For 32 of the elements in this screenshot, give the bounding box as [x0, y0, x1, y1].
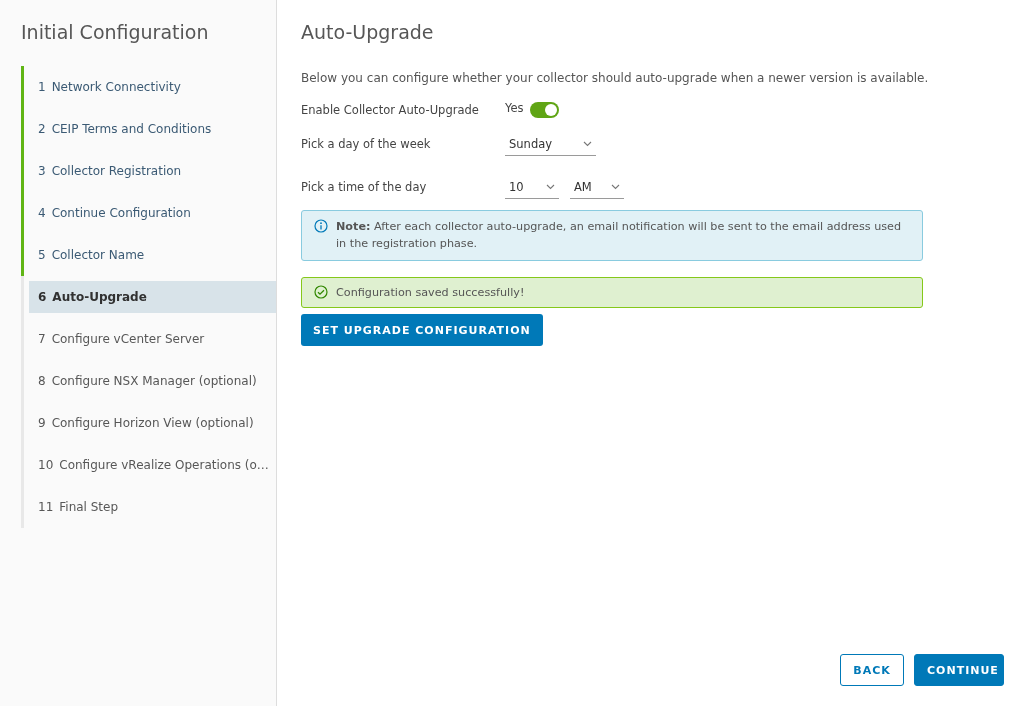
- dropdown-select[interactable]: 10: [505, 175, 559, 199]
- description-text: Below you can configure whether your collector should auto-upgrade when a newer version is available.: [301, 71, 930, 85]
- page-title: Auto-Upgrade: [301, 21, 435, 45]
- field-label: Enable Collector Auto-Upgrade: [301, 103, 480, 117]
- wizard-step[interactable]: 11 Final Step: [29, 491, 276, 523]
- field-label: Pick a time of the day: [301, 180, 428, 194]
- set-upgrade-configuration-button[interactable]: SET UPGRADE CONFIGURATION: [301, 314, 543, 346]
- alert-text: Note: After each collector auto-upgrade, an email notification will be sent to the email address used in the registration phase.: [336, 219, 903, 252]
- field-label: Pick a day of the week: [301, 137, 432, 151]
- wizard-step[interactable]: 2 CEIP Terms and Conditions: [29, 113, 276, 145]
- toggle-label: Yes: [505, 101, 524, 115]
- check-circle-icon: [314, 285, 328, 299]
- wizard-step[interactable]: 6 Auto-Upgrade: [29, 281, 276, 313]
- wizard-step[interactable]: 8 Configure NSX Manager (optional): [29, 365, 276, 397]
- wizard-step[interactable]: 4 Continue Configuration: [29, 197, 276, 229]
- wizard-step[interactable]: 10 Configure vRealize Operations (o…: [29, 449, 276, 481]
- chevron-down-icon: [546, 183, 555, 190]
- wizard-step[interactable]: 1 Network Connectivity: [29, 71, 276, 103]
- continue-button[interactable]: CONTINUE: [914, 654, 1004, 686]
- alert-text: Configuration saved successfully!: [336, 285, 525, 301]
- info-icon: [314, 219, 328, 233]
- sidebar-title: Initial Configuration: [20, 20, 210, 45]
- wizard-step[interactable]: 5 Collector Name: [29, 239, 276, 271]
- dropdown-select[interactable]: Sunday: [505, 132, 596, 156]
- dropdown-select[interactable]: AM: [570, 175, 624, 199]
- toggle-switch[interactable]: [529, 102, 559, 118]
- chevron-down-icon: [583, 140, 592, 147]
- wizard-step[interactable]: 3 Collector Registration: [29, 155, 276, 187]
- back-button[interactable]: BACK: [840, 654, 904, 686]
- wizard-step[interactable]: 9 Configure Horizon View (optional): [29, 407, 276, 439]
- wizard-step[interactable]: 7 Configure vCenter Server: [29, 323, 276, 355]
- chevron-down-icon: [611, 183, 620, 190]
